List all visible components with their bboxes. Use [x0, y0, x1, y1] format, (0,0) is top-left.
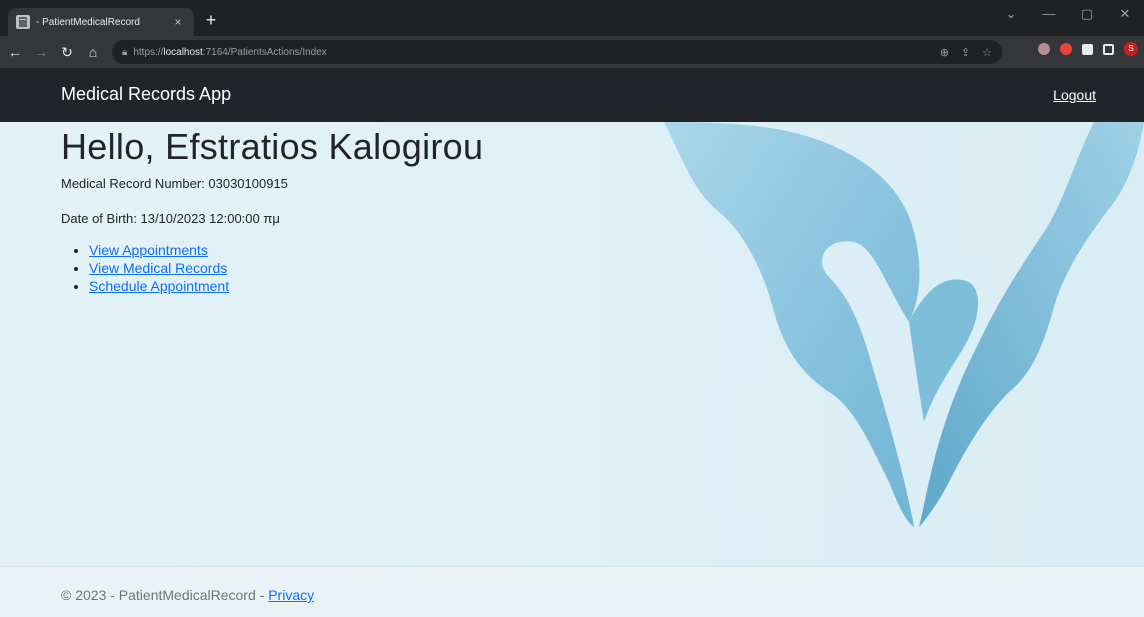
view-appointments-link[interactable]: View Appointments — [89, 242, 208, 258]
schedule-appointment-link[interactable]: Schedule Appointment — [89, 278, 229, 294]
list-item: View Medical Records — [89, 260, 483, 276]
url-path: :7164/PatientsActions/Index — [202, 46, 327, 58]
extensions-area: S — [1038, 42, 1138, 56]
side-panel-icon[interactable] — [1103, 43, 1114, 55]
view-medical-records-link[interactable]: View Medical Records — [89, 260, 227, 276]
reload-icon[interactable]: ↻ — [56, 41, 78, 63]
browser-toolbar: ← → ↻ ⌂ 🔒︎ https://localhost:7164/Patien… — [0, 36, 1144, 68]
tab-search-icon[interactable]: ⌄ — [992, 6, 1030, 22]
privacy-link[interactable]: Privacy — [268, 587, 314, 603]
browser-tab-bar: - PatientMedicalRecord × + ⌄ — ▢ ✕ — [0, 0, 1144, 36]
medical-record-number: Medical Record Number: 03030100915 — [61, 176, 288, 191]
puzzle-extensions-icon[interactable] — [1082, 43, 1093, 55]
forward-icon[interactable]: → — [30, 41, 52, 63]
home-icon[interactable]: ⌂ — [82, 41, 104, 63]
back-icon[interactable]: ← — [4, 41, 26, 63]
url-scheme: https:// — [133, 46, 164, 58]
footer-copyright: © 2023 - PatientMedicalRecord - — [61, 587, 269, 603]
logout-link[interactable]: Logout — [1053, 87, 1096, 103]
app-brand-link[interactable]: Medical Records App — [61, 84, 231, 105]
address-bar[interactable]: 🔒︎ https://localhost:7164/PatientsAction… — [112, 40, 1002, 64]
list-item: View Appointments — [89, 242, 483, 258]
minimize-icon[interactable]: — — [1030, 6, 1068, 22]
page-favicon-icon — [16, 15, 30, 29]
restore-icon[interactable]: ▢ — [1068, 6, 1106, 22]
tab-close-icon[interactable]: × — [170, 15, 186, 29]
window-close-icon[interactable]: ✕ — [1106, 6, 1144, 22]
date-of-birth: Date of Birth: 13/10/2023 12:00:00 πμ — [61, 211, 280, 226]
lock-icon: 🔒︎ — [122, 46, 128, 58]
url-host: localhost — [163, 46, 203, 58]
browser-tab[interactable]: - PatientMedicalRecord × — [8, 8, 194, 36]
patient-actions-list: View Appointments View Medical Records S… — [61, 242, 483, 294]
web-page: Medical Records App Logout Hello, Efstra… — [0, 68, 1144, 617]
window-controls: ⌄ — ▢ ✕ — [992, 6, 1144, 22]
footer-text: © 2023 - PatientMedicalRecord - Privacy — [61, 587, 314, 603]
list-item: Schedule Appointment — [89, 278, 483, 294]
extension-icon[interactable] — [1038, 43, 1050, 55]
extension-icon[interactable] — [1060, 43, 1072, 55]
bookmark-star-icon[interactable]: ☆ — [982, 46, 992, 59]
tab-title: - PatientMedicalRecord — [36, 16, 140, 28]
gloved-hands-heart-image — [664, 122, 1144, 527]
top-navbar: Medical Records App Logout — [0, 68, 1144, 122]
new-tab-button[interactable]: + — [200, 10, 222, 32]
share-icon[interactable]: ⇪ — [961, 46, 970, 59]
profile-avatar[interactable]: S — [1124, 42, 1138, 56]
main-content: Hello, Efstratios Kalogirou Medical Reco… — [61, 126, 483, 296]
page-footer: © 2023 - PatientMedicalRecord - Privacy — [0, 566, 1144, 617]
greeting-heading: Hello, Efstratios Kalogirou — [61, 126, 484, 167]
zoom-icon[interactable]: ⊕ — [940, 46, 949, 59]
